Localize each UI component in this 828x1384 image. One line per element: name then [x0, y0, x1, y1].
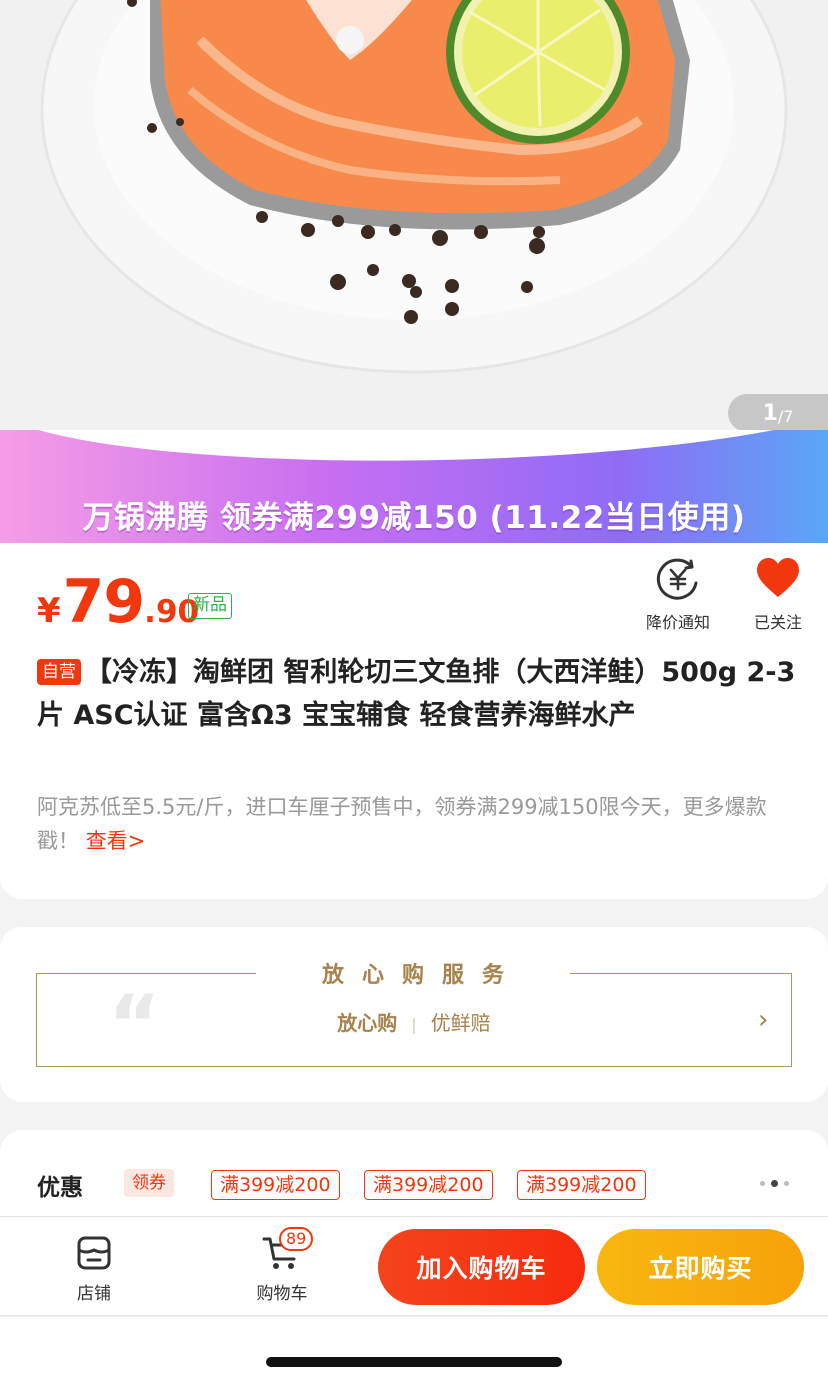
product-detail-page: { "gallery": { "current": "1", "total": …	[0, 0, 828, 1384]
product-desc-text: 阿克苏低至5.5元/斤，进口车厘子预售中，领券满299减150限今天，更多爆款戳…	[37, 795, 767, 853]
add-to-cart-button[interactable]: 加入购物车	[378, 1229, 585, 1305]
gallery-total: /7	[777, 406, 794, 426]
coupon-chip[interactable]: 满399减200	[211, 1170, 340, 1200]
product-info-card: ¥ 79 .90 新品 降价通知 已关注 自营 【冷冻】淘鲜团 智利轮切三文鱼排（…	[0, 543, 828, 899]
gallery-page-indicator: 1/7	[728, 394, 828, 430]
follow-label: 已关注	[753, 613, 802, 632]
heart-icon	[757, 558, 799, 597]
promo-banner[interactable]: 万锅沸腾 领券满299减150 (11.22当日使用)	[0, 430, 828, 543]
product-image[interactable]: 1/7	[0, 0, 828, 430]
coupon-section: 优惠 领券 满399减200 满399减200 满399减200	[0, 1130, 828, 1230]
salmon-photo	[0, 0, 828, 430]
product-title-text: 【冷冻】淘鲜团 智利轮切三文鱼排（大西洋鲑）500g 2-3片 ASC认证 富含…	[37, 657, 796, 731]
coupon-pager-dots	[760, 1180, 789, 1187]
product-title: 自营 【冷冻】淘鲜团 智利轮切三文鱼排（大西洋鲑）500g 2-3片 ASC认证 …	[37, 651, 797, 737]
buy-now-button[interactable]: 立即购买	[597, 1229, 804, 1305]
home-indicator[interactable]	[266, 1357, 562, 1367]
banner-text: 万锅沸腾 领券满299减150 (11.22当日使用)	[82, 500, 746, 536]
notify-label: 降价通知	[645, 613, 710, 632]
service-item-assured: 放心购	[337, 1011, 398, 1035]
gallery-current: 1	[762, 400, 778, 426]
get-coupon-button[interactable]: 领券	[124, 1169, 174, 1197]
price: ¥ 79 .90	[37, 567, 199, 637]
shop-button[interactable]: 店铺	[66, 1235, 122, 1304]
cart-label: 购物车	[256, 1284, 308, 1304]
service-card[interactable]: 放心购服务 “ 放心购 | 优鲜赔 ›	[0, 927, 828, 1102]
price-drop-notify-button[interactable]: 降价通知	[640, 557, 716, 633]
price-integer: 79	[62, 567, 145, 637]
price-currency: ¥	[37, 591, 61, 631]
chevron-right-icon[interactable]: ›	[758, 1005, 768, 1035]
coupon-chip[interactable]: 满399减200	[517, 1170, 646, 1200]
self-operated-tag: 自营	[37, 659, 81, 685]
shop-icon	[77, 1236, 111, 1270]
service-items: 放心购 | 优鲜赔	[0, 1007, 828, 1036]
safe-area	[0, 1317, 828, 1384]
product-description: 阿克苏低至5.5元/斤，进口车厘子预售中，领券满299减150限今天，更多爆款戳…	[37, 790, 797, 858]
banner-wave	[0, 430, 828, 470]
new-product-tag: 新品	[188, 593, 232, 619]
cart-count-badge: 89	[279, 1227, 314, 1251]
coupon-chip[interactable]: 满399减200	[364, 1170, 493, 1200]
cart-button[interactable]: 89 购物车	[252, 1227, 314, 1304]
service-item-compensation: 优鲜赔	[430, 1011, 491, 1035]
view-more-link[interactable]: 查看>	[86, 829, 146, 853]
follow-button[interactable]: 已关注	[742, 557, 814, 633]
service-separator: |	[411, 1015, 417, 1034]
service-title: 放心购服务	[256, 957, 570, 989]
coupon-label: 优惠	[37, 1175, 83, 1201]
bottom-action-bar: 店铺 89 购物车 加入购物车 立即购买	[0, 1216, 828, 1316]
shop-label: 店铺	[77, 1284, 111, 1304]
price-drop-yen-icon	[656, 558, 698, 600]
